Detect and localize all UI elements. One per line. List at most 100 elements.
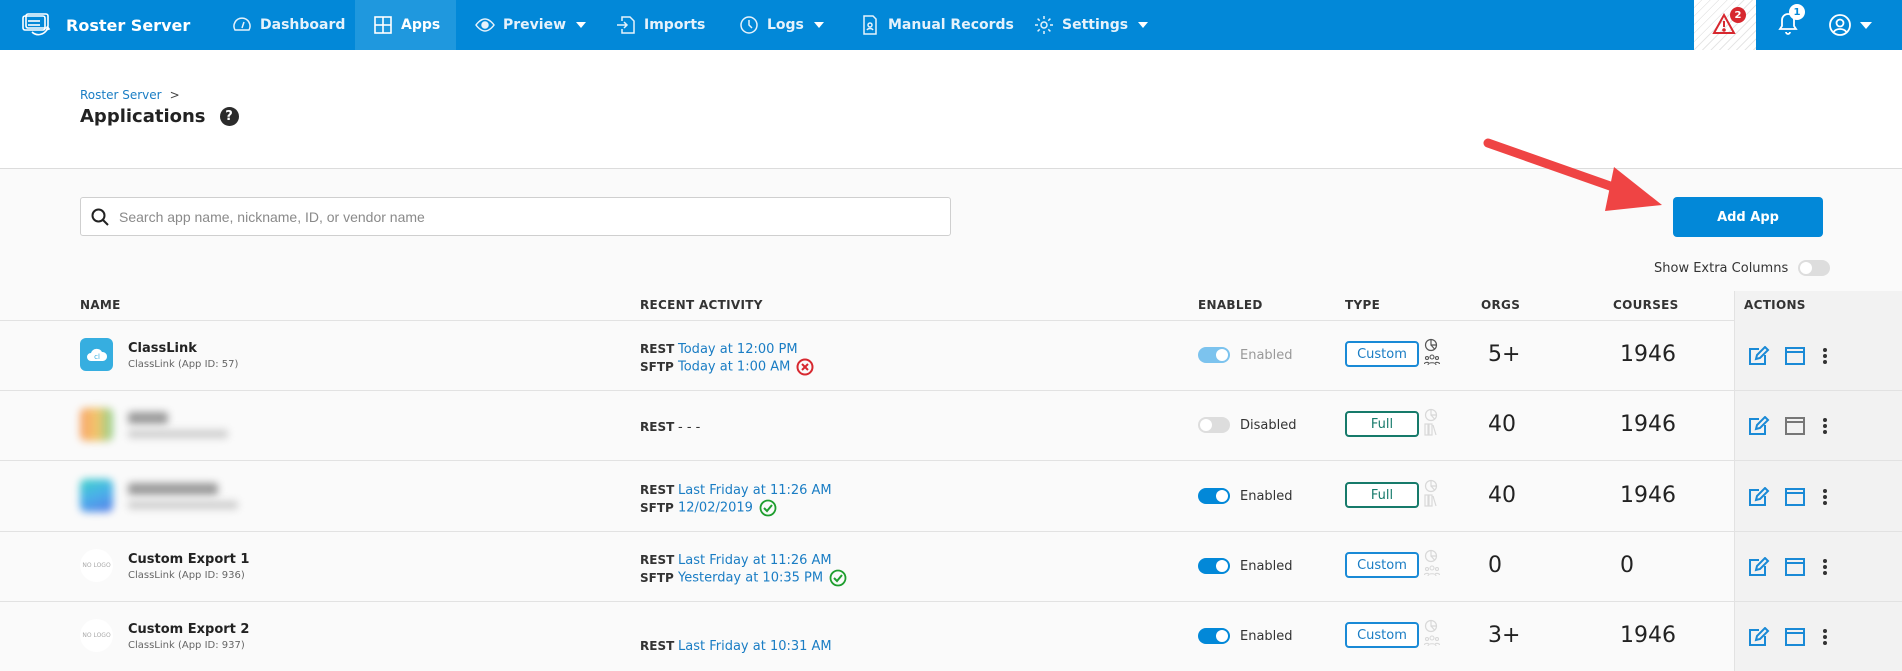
column-header-enabled[interactable]: ENABLED [1198,298,1263,312]
import-icon [617,16,635,34]
record-icon [863,15,877,35]
search-input[interactable] [119,208,919,225]
more-vertical-icon[interactable] [1820,346,1830,366]
enabled-label: Enabled [1240,558,1293,574]
type-icons [1424,619,1440,647]
enabled-toggle[interactable] [1198,417,1230,433]
nav-apps[interactable]: Apps [355,0,456,50]
app-name-redacted[interactable] [128,483,218,495]
enabled-toggle[interactable] [1198,347,1230,363]
type-badge[interactable]: Full [1345,411,1419,437]
chevron-down-icon [1860,21,1872,29]
app-name[interactable]: ClassLink [128,341,197,356]
edit-icon[interactable] [1748,416,1770,436]
more-vertical-icon[interactable] [1820,557,1830,577]
edit-icon[interactable] [1748,557,1770,577]
app-name-redacted[interactable] [128,412,168,424]
edit-icon[interactable] [1748,346,1770,366]
pie-chart-icon [1424,619,1438,633]
nav-preview[interactable]: Preview [475,0,587,50]
notifications-button[interactable]: 1 [1776,4,1806,40]
brand[interactable]: Roster Server [20,0,190,50]
nav-label: Logs [767,17,804,33]
notifications-count-badge: 1 [1789,4,1805,20]
type-icons [1424,479,1438,507]
success-check-icon [829,569,847,587]
enabled-toggle[interactable] [1198,558,1230,574]
breadcrumb-roster-server[interactable]: Roster Server [80,88,162,102]
enabled-toggle[interactable] [1198,488,1230,504]
pie-chart-icon [1424,408,1438,422]
books-icon [1424,494,1437,507]
enabled-toggle[interactable] [1198,628,1230,644]
user-avatar-icon [1829,14,1851,36]
app-logo [80,479,113,512]
row-actions [1748,627,1830,647]
activity-time-link[interactable]: Last Friday at 11:26 AM [678,483,832,498]
type-icons [1424,338,1440,366]
column-header-orgs[interactable]: ORGS [1481,298,1520,312]
window-icon[interactable] [1784,346,1806,366]
nav-label: Apps [401,17,441,33]
alerts-button[interactable]: 2 [1694,0,1756,50]
table-row: NO LOGO Custom Export 2 ClassLink (App ID:… [0,601,1902,671]
column-header-recent-activity[interactable]: RECENT ACTIVITY [640,298,763,312]
type-badge[interactable]: Custom [1345,552,1419,578]
enabled-label: Enabled [1240,628,1293,644]
window-icon[interactable] [1784,416,1806,436]
type-badge[interactable]: Custom [1345,341,1419,367]
table-row: cl ClassLink ClassLink (App ID: 57) REST Tod… [0,320,1902,391]
activity-line: REST - - - [640,419,700,436]
type-badge[interactable]: Full [1345,482,1419,508]
activity-time-link[interactable]: Today at 1:00 AM [678,360,790,375]
activity-time-link[interactable]: Today at 12:00 PM [678,342,798,357]
users-group-icon [1424,354,1440,366]
nav-manual-records[interactable]: Manual Records [860,0,1014,50]
courses-count: 1946 [1620,412,1676,437]
activity-time-link[interactable]: Last Friday at 10:31 AM [678,639,832,654]
dashboard-icon [233,17,251,31]
table-row: NO LOGO Custom Export 1 ClassLink (App ID:… [0,531,1902,602]
activity-time-link[interactable]: Yesterday at 10:35 PM [678,571,823,586]
annotation-arrow [1483,138,1662,211]
window-icon[interactable] [1784,557,1806,577]
add-app-button[interactable]: Add App [1673,197,1823,237]
app-sub-redacted [128,501,238,509]
edit-icon[interactable] [1748,627,1770,647]
row-actions [1748,346,1830,366]
protocol-label: REST [640,342,675,356]
activity-time-link[interactable]: Last Friday at 11:26 AM [678,553,832,568]
nav-label: Dashboard [260,17,346,33]
nav-logs[interactable]: Logs [739,0,824,50]
recent-activity: REST Last Friday at 10:31 AM [640,638,832,655]
app-name[interactable]: Custom Export 2 [128,622,249,637]
orgs-count: 40 [1488,412,1516,437]
orgs-count: 5+ [1488,342,1521,367]
column-header-name[interactable]: NAME [80,298,121,312]
help-icon[interactable]: ? [219,107,239,126]
column-header-type[interactable]: TYPE [1345,298,1380,312]
edit-icon[interactable] [1748,487,1770,507]
window-icon[interactable] [1784,627,1806,647]
show-extra-columns-toggle[interactable] [1798,260,1831,276]
nav-imports[interactable]: Imports [616,0,705,50]
enabled-cell: Enabled [1198,347,1293,363]
type-badge[interactable]: Custom [1345,622,1419,648]
courses-count: 0 [1620,553,1634,578]
more-vertical-icon[interactable] [1820,416,1830,436]
app-name[interactable]: Custom Export 1 [128,552,249,567]
more-vertical-icon[interactable] [1820,487,1830,507]
nav-dashboard[interactable]: Dashboard [232,0,345,50]
search-icon [91,208,109,226]
user-menu[interactable] [1828,13,1872,37]
show-extra-columns: Show Extra Columns [1654,260,1831,276]
type-icons [1424,549,1440,577]
window-icon[interactable] [1784,487,1806,507]
search-field[interactable] [80,197,951,236]
eye-icon [475,18,495,32]
more-vertical-icon[interactable] [1820,627,1830,647]
column-header-courses[interactable]: COURSES [1613,298,1679,312]
nav-label: Manual Records [888,17,1014,33]
nav-settings[interactable]: Settings [1034,0,1149,50]
activity-time-link[interactable]: 12/02/2019 [678,501,753,516]
